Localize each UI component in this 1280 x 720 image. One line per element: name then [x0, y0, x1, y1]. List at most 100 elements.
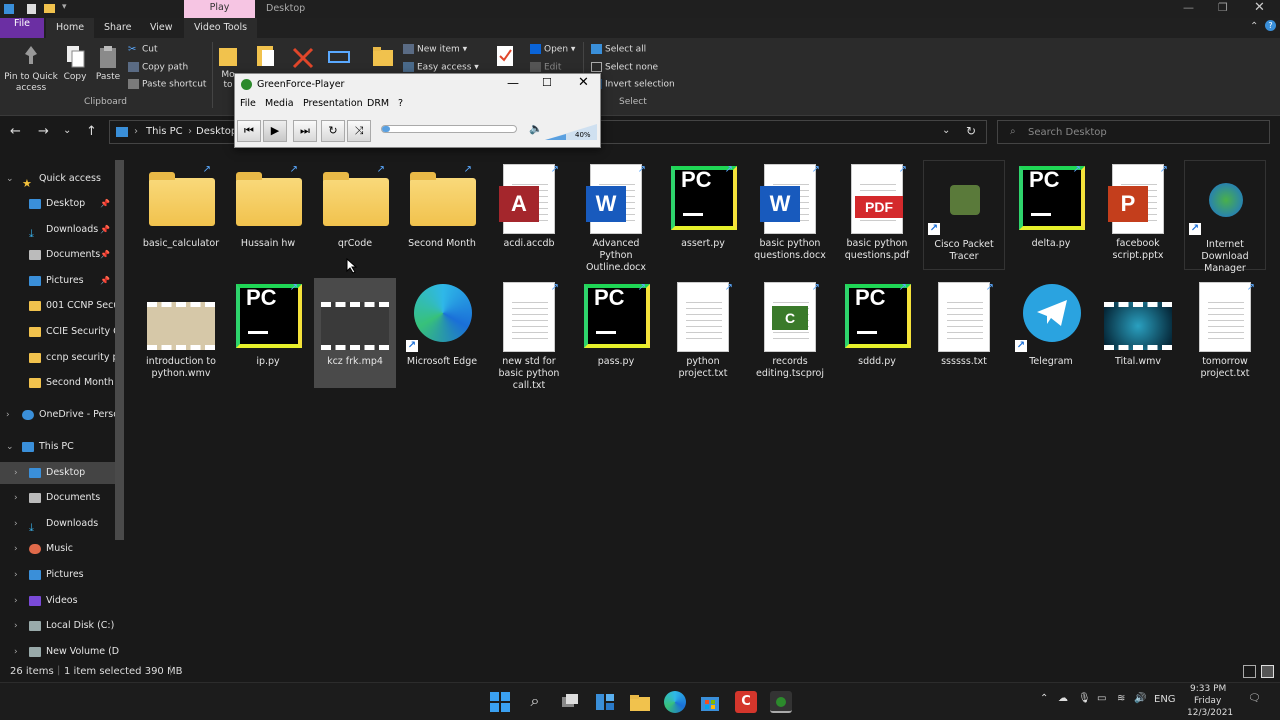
file-item[interactable]: P ↗ facebook script.pptx: [1097, 160, 1179, 270]
edit-button[interactable]: Edit: [530, 62, 561, 73]
breadcrumb-separator-icon[interactable]: ›: [188, 126, 192, 137]
microphone-icon[interactable]: 🎙: [1078, 693, 1091, 704]
recent-locations-icon[interactable]: ⌄: [63, 125, 71, 136]
search-box[interactable]: ⌕ Search Desktop: [997, 120, 1270, 144]
file-item[interactable]: ↗ Second Month: [401, 160, 483, 270]
nav-pc-new-volume[interactable]: › New Volume (D: [0, 641, 120, 663]
nav-pc-downloads[interactable]: › ⤓ Downloads: [0, 513, 120, 535]
breadcrumb-desktop[interactable]: Desktop: [196, 126, 237, 137]
tab-video-tools[interactable]: Video Tools: [184, 18, 258, 38]
file-item[interactable]: introduction to python.wmv: [140, 278, 222, 388]
nav-scrollbar[interactable]: [115, 160, 124, 540]
collapse-ribbon-icon[interactable]: ⌃: [1250, 21, 1258, 32]
delete-icon[interactable]: [291, 46, 315, 70]
tab-home[interactable]: Home: [46, 18, 95, 38]
file-item[interactable]: ↗ Hussain hw: [227, 160, 309, 270]
copy-path-button[interactable]: Copy path: [128, 62, 188, 73]
file-item[interactable]: W ↗ basic python questions.docx: [749, 160, 831, 270]
invert-selection-button[interactable]: Invert selection: [591, 79, 675, 90]
copy-to-icon[interactable]: [254, 44, 278, 70]
player-close-icon[interactable]: ✕: [578, 75, 589, 90]
rename-icon[interactable]: [327, 46, 351, 68]
properties-large-icon[interactable]: [493, 44, 517, 68]
file-item[interactable]: PC ↗ ip.py: [227, 278, 309, 388]
clock-date[interactable]: 12/3/2021: [1187, 708, 1233, 718]
file-item[interactable]: PC ↗ assert.py: [662, 160, 744, 270]
file-item[interactable]: ↗ qrCode: [314, 160, 396, 270]
greenforce-player-window[interactable]: GreenForce-Player — ☐ ✕ File Media Prese…: [234, 73, 601, 148]
file-item[interactable]: PDF ↗ basic python questions.pdf: [836, 160, 918, 270]
player-menu-presentation[interactable]: Presentation: [303, 98, 363, 109]
select-none-button[interactable]: Select none: [591, 62, 658, 73]
nav-folder[interactable]: ccnp security pi: [0, 347, 121, 369]
nav-folder[interactable]: 001 CCNP Secu: [0, 295, 120, 317]
back-icon[interactable]: ←: [10, 124, 21, 139]
breadcrumb-separator-icon[interactable]: ›: [134, 126, 138, 137]
file-item[interactable]: W ↗ Advanced Python Outline.docx: [575, 160, 657, 273]
forward-icon[interactable]: →: [38, 124, 49, 139]
details-view-icon[interactable]: [1243, 665, 1256, 678]
file-item[interactable]: PC ↗ delta.py: [1010, 160, 1092, 270]
edge-taskbar-icon[interactable]: [664, 691, 686, 713]
cut-button[interactable]: ✂ Cut: [128, 44, 158, 55]
volume-icon[interactable]: 🔈: [529, 122, 543, 135]
tab-view[interactable]: View: [140, 18, 183, 38]
clock-day[interactable]: Friday: [1194, 696, 1221, 706]
player-maximize-icon[interactable]: ☐: [542, 76, 552, 89]
player-minimize-icon[interactable]: —: [507, 76, 519, 90]
new-folder-icon[interactable]: [44, 4, 55, 13]
nav-downloads[interactable]: ⤓ Downloads 📌: [0, 219, 120, 241]
nav-desktop[interactable]: Desktop 📌: [0, 193, 120, 215]
nav-pc-documents[interactable]: › Documents: [0, 487, 120, 509]
repeat-button[interactable]: ↻: [321, 120, 345, 142]
nav-pc-videos[interactable]: › Videos: [0, 590, 120, 612]
large-icons-view-icon[interactable]: [1261, 665, 1274, 678]
player-menu-help[interactable]: ?: [398, 98, 403, 109]
start-button[interactable]: [489, 691, 511, 713]
file-item[interactable]: ↗ python project.txt: [662, 278, 744, 388]
breadcrumb-this-pc[interactable]: This PC: [146, 126, 183, 137]
copy-button[interactable]: Copy: [62, 44, 88, 82]
paste-shortcut-button[interactable]: Paste shortcut: [128, 79, 206, 90]
select-all-button[interactable]: Select all: [591, 44, 646, 55]
next-button[interactable]: ⏭: [293, 120, 317, 142]
camtasia-taskbar-icon[interactable]: C: [735, 691, 757, 713]
greenforce-taskbar-icon[interactable]: [770, 691, 792, 713]
qat-dropdown-icon[interactable]: ▾: [62, 2, 67, 12]
nav-folder[interactable]: Second Month: [0, 372, 120, 394]
store-icon[interactable]: [699, 691, 721, 713]
file-item[interactable]: kcz frk.mp4: [314, 278, 396, 388]
player-menu-file[interactable]: File: [240, 98, 256, 109]
nav-pc-music[interactable]: › Music: [0, 538, 120, 560]
battery-icon[interactable]: ▭: [1097, 693, 1106, 704]
file-explorer-taskbar-icon[interactable]: [629, 691, 651, 713]
seek-bar[interactable]: [381, 125, 517, 133]
tray-overflow-icon[interactable]: ⌃: [1040, 693, 1048, 704]
paste-button[interactable]: Paste: [94, 44, 122, 82]
file-item[interactable]: ↗ tomorrow project.txt: [1184, 278, 1266, 388]
properties-icon[interactable]: [27, 4, 36, 14]
file-item[interactable]: ↗ ssssss.txt: [923, 278, 1005, 388]
nav-documents[interactable]: Documents 📌: [0, 244, 120, 266]
file-item[interactable]: Tital.wmv: [1097, 278, 1179, 388]
maximize-icon[interactable]: ❐: [1218, 1, 1228, 14]
nav-pc-local-disk[interactable]: › Local Disk (C:): [0, 615, 120, 637]
nav-pictures[interactable]: Pictures 📌: [0, 270, 120, 292]
play-context-tab[interactable]: Play: [184, 0, 255, 18]
close-icon[interactable]: ✕: [1254, 0, 1265, 15]
nav-pc-pictures[interactable]: › Pictures: [0, 564, 120, 586]
nav-folder[interactable]: CCIE Security C: [0, 321, 120, 343]
previous-button[interactable]: ⏮: [237, 120, 261, 142]
widgets-icon[interactable]: [594, 691, 616, 713]
file-item[interactable]: C ↗ records editing.tscproj: [749, 278, 831, 388]
onedrive-tray-icon[interactable]: ☁: [1058, 693, 1068, 704]
help-icon[interactable]: ?: [1265, 20, 1276, 31]
up-icon[interactable]: ↑: [86, 124, 97, 139]
new-item-button[interactable]: New item ▾: [403, 44, 467, 55]
player-menu-drm[interactable]: DRM: [367, 98, 389, 109]
clock-time[interactable]: 9:33 PM: [1190, 684, 1226, 694]
file-item[interactable]: A ↗ acdi.accdb: [488, 160, 570, 270]
address-dropdown-icon[interactable]: ⌄: [942, 125, 950, 136]
easy-access-button[interactable]: Easy access ▾: [403, 62, 479, 73]
speaker-icon[interactable]: 🔊: [1134, 693, 1146, 704]
